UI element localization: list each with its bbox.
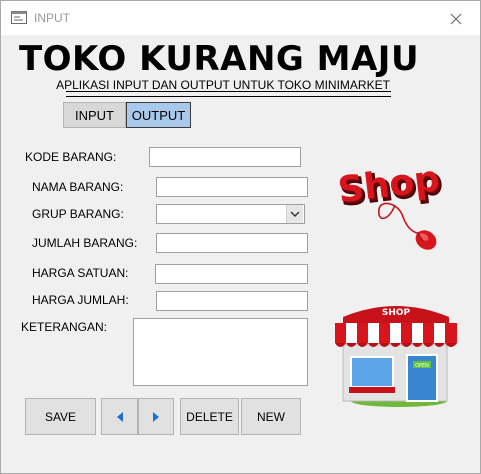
close-icon[interactable] bbox=[447, 10, 465, 28]
page-subtitle: APLIKASI INPUT DAN OUTPUT UNTUK TOKO MIN… bbox=[56, 78, 390, 92]
nama-barang-input[interactable] bbox=[156, 177, 308, 197]
delete-button[interactable]: DELETE bbox=[180, 398, 239, 435]
shop-logo-image: Shop Shop bbox=[337, 161, 445, 250]
save-button[interactable]: SAVE bbox=[25, 398, 96, 435]
shop-door-sign: OPEN bbox=[415, 363, 429, 369]
next-button[interactable] bbox=[138, 398, 174, 435]
window-title: INPUT bbox=[34, 11, 70, 25]
jumlah-barang-label: JUMLAH BARANG: bbox=[32, 236, 138, 250]
input-window: INPUT TOKO KURANG MAJU APLIKASI INPUT DA… bbox=[0, 0, 481, 474]
kode-barang-label: KODE BARANG: bbox=[25, 150, 117, 164]
title-separator bbox=[66, 91, 391, 97]
triangle-right-icon bbox=[153, 411, 159, 422]
grup-barang-label: GRUP BARANG: bbox=[32, 207, 124, 221]
form-icon bbox=[11, 11, 27, 24]
keterangan-label: KETERANGAN: bbox=[21, 320, 108, 334]
grup-barang-dropdown-button[interactable] bbox=[286, 205, 303, 223]
title-bar[interactable]: INPUT bbox=[1, 1, 480, 35]
kode-barang-input[interactable] bbox=[149, 147, 301, 167]
page-title: TOKO KURANG MAJU bbox=[18, 39, 420, 79]
prev-button[interactable] bbox=[101, 398, 138, 435]
grup-barang-select[interactable] bbox=[156, 204, 305, 224]
harga-satuan-label: HARGA SATUAN: bbox=[32, 266, 129, 280]
chevron-down-icon bbox=[290, 211, 300, 217]
new-button[interactable]: NEW bbox=[241, 398, 301, 435]
shop-store-sign: SHOP bbox=[382, 308, 411, 318]
tab-input[interactable]: INPUT bbox=[63, 102, 126, 128]
triangle-left-icon bbox=[116, 411, 123, 422]
jumlah-barang-input[interactable] bbox=[156, 233, 308, 253]
harga-jumlah-input[interactable] bbox=[156, 291, 308, 311]
nama-barang-label: NAMA BARANG: bbox=[32, 180, 124, 194]
keterangan-textarea[interactable] bbox=[133, 318, 308, 386]
harga-satuan-input[interactable] bbox=[155, 264, 308, 284]
shop-store-image: SHOP OPEN bbox=[335, 306, 457, 407]
tab-output[interactable]: OUTPUT bbox=[126, 102, 191, 128]
harga-jumlah-label: HARGA JUMLAH: bbox=[32, 293, 129, 307]
